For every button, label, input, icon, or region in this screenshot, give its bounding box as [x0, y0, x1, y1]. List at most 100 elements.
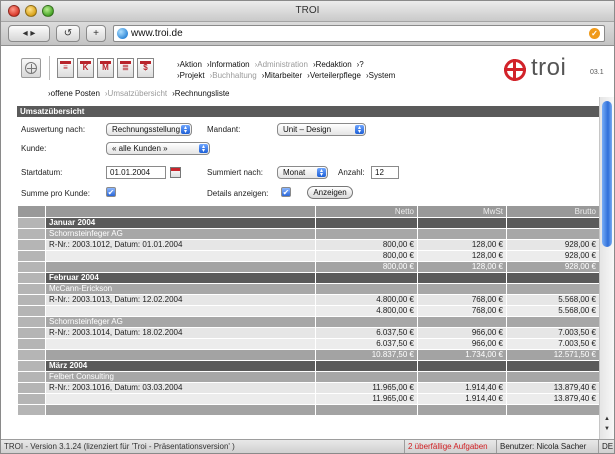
troi-logo: troi 03.1: [504, 54, 606, 84]
language-indicator[interactable]: DE: [598, 440, 614, 453]
indent-cell: [17, 360, 46, 372]
summe-pro-kunde-checkbox[interactable]: ✔: [106, 187, 116, 197]
indent-cell: [17, 283, 46, 295]
netto-cell: 4.800,00 €: [315, 305, 418, 317]
startdatum-input[interactable]: 01.01.2004: [106, 166, 166, 179]
brutto-cell: [506, 404, 599, 416]
details-anzeigen-checkbox[interactable]: ✔: [281, 187, 291, 197]
module-mail-icon[interactable]: M: [97, 58, 114, 78]
auswertung-label: Auswertung nach:: [21, 125, 86, 134]
netto-cell: [315, 316, 418, 328]
browser-toolbar: ◂ ▸ ↺ + www.troi.de ✓: [1, 22, 614, 46]
main-menu-row-2: ›Projekt ›Buchhaltung ›Mitarbeiter ›Verteil…: [177, 70, 400, 81]
panel-title: Umsatzübersicht: [17, 106, 599, 117]
anzeigen-button[interactable]: Anzeigen: [307, 186, 353, 199]
module-finance-icon[interactable]: $: [137, 58, 154, 78]
brutto-cell: 928,00 €: [506, 239, 599, 251]
title-bar: TROI: [1, 1, 614, 22]
netto-cell: 800,00 €: [315, 250, 418, 262]
anzahl-input[interactable]: 12: [371, 166, 399, 179]
row-label: R-Nr.: 2003.1012, Datum: 01.01.2004: [45, 239, 316, 251]
menu-item-information[interactable]: ›Information: [207, 60, 250, 69]
indent-cell: [17, 239, 46, 251]
netto-cell: 11.965,00 €: [315, 382, 418, 394]
column-header-brutto: Brutto: [506, 205, 599, 218]
netto-cell: 6.037,50 €: [315, 327, 418, 339]
menu-item-redaktion[interactable]: ›Redaktion: [313, 60, 352, 69]
module-documents-icon[interactable]: ≣: [117, 58, 134, 78]
table-row-inv[interactable]: R-Nr.: 2003.1016, Datum: 03.03.2004 11.96…: [17, 382, 599, 394]
table-row-cust: Felbert Consulting: [17, 371, 599, 383]
add-bookmark-button[interactable]: +: [86, 25, 106, 42]
table-row-inv[interactable]: R-Nr.: 2003.1013, Datum: 12.02.2004 4.800…: [17, 294, 599, 306]
summiert-value: Monat: [283, 168, 306, 177]
url-text[interactable]: www.troi.de: [131, 28, 183, 39]
home-button[interactable]: [21, 58, 41, 78]
overdue-tasks-link[interactable]: 2 überfällige Aufgaben: [404, 440, 491, 453]
rss-icon[interactable]: ✓: [589, 28, 600, 39]
address-bar[interactable]: www.troi.de ✓: [113, 25, 605, 42]
brutto-cell: 7.003,50 €: [506, 338, 599, 350]
kunde-value: « alle Kunden »: [112, 144, 168, 153]
mandant-value: Unit – Design: [283, 125, 332, 134]
scrollbar-thumb[interactable]: [602, 101, 612, 247]
back-forward-button[interactable]: ◂ ▸: [8, 25, 50, 42]
scroll-up-arrow-icon[interactable]: ▲: [602, 415, 612, 424]
brutto-cell: [506, 228, 599, 240]
subnav-offene-posten[interactable]: ›offene Posten: [48, 89, 100, 98]
kunde-select[interactable]: « alle Kunden » ▴ ▾: [106, 142, 210, 155]
table-row-sub: 800,00 €128,00 €928,00 €: [17, 250, 599, 262]
startdatum-label: Startdatum:: [21, 168, 63, 177]
logo-text: troi: [531, 54, 567, 81]
table-row-inv[interactable]: R-Nr.: 2003.1012, Datum: 01.01.2004 800,0…: [17, 239, 599, 251]
netto-cell: 4.800,00 €: [315, 294, 418, 306]
mandant-select[interactable]: Unit – Design ▴ ▾: [277, 123, 366, 136]
summiert-select[interactable]: Monat ▴ ▾: [277, 166, 328, 179]
row-label: [45, 305, 316, 317]
row-label: R-Nr.: 2003.1016, Datum: 03.03.2004: [45, 382, 316, 394]
mwst-cell: 966,00 €: [417, 338, 507, 350]
brutto-cell: [506, 217, 599, 229]
module-list-icon[interactable]: ≡: [57, 58, 74, 78]
menu-item-verteilerpflege[interactable]: ›Verteilerpflege: [307, 71, 361, 80]
menu-item-system[interactable]: ›System: [366, 71, 395, 80]
scroll-down-arrow-icon[interactable]: ▼: [602, 425, 612, 434]
table-row-month: März 2004: [17, 360, 599, 372]
menu-item-buchhaltung: ›Buchhaltung: [209, 71, 257, 80]
brutto-cell: [506, 272, 599, 284]
menu-item-aktion[interactable]: ›Aktion: [177, 60, 202, 69]
row-label: [45, 393, 316, 405]
vertical-scrollbar[interactable]: ▲ ▼: [599, 97, 614, 439]
auswertung-select[interactable]: Rechnungsstellung ▴ ▾: [106, 123, 192, 136]
menu-item-mitarbeiter[interactable]: ›Mitarbeiter: [262, 71, 302, 80]
row-label: Schornsteinfeger AG: [45, 316, 316, 328]
table-row-inv[interactable]: R-Nr.: 2003.1014, Datum: 18.02.2004 6.037…: [17, 327, 599, 339]
table-header-row: Netto MwSt Brutto: [17, 205, 599, 218]
anzahl-label: Anzahl:: [338, 168, 365, 177]
subnav-rechnungsliste[interactable]: ›Rechnungsliste: [172, 89, 229, 98]
home-icon: [25, 62, 37, 74]
mwst-cell: 966,00 €: [417, 327, 507, 339]
brutto-cell: 13.879,40 €: [506, 382, 599, 394]
table-row-sub: 4.800,00 €768,00 €5.568,00 €: [17, 305, 599, 317]
menu-item-help[interactable]: ›?: [357, 60, 364, 69]
auswertung-value: Rechnungsstellung: [112, 125, 181, 134]
netto-cell: [315, 228, 418, 240]
details-anzeigen-label: Details anzeigen:: [207, 189, 269, 198]
row-label: Februar 2004: [45, 272, 316, 284]
calendar-icon[interactable]: [170, 167, 181, 178]
table-row-cust: Schornsteinfeger AG: [17, 316, 599, 328]
menu-item-projekt[interactable]: ›Projekt: [177, 71, 205, 80]
column-header-mwst: MwSt: [417, 205, 507, 218]
reload-button[interactable]: ↺: [56, 25, 80, 42]
module-contacts-icon[interactable]: K: [77, 58, 94, 78]
results-table: Netto MwSt Brutto Januar 2004 Schornstein…: [17, 205, 599, 416]
row-label: [45, 349, 316, 361]
mwst-cell: [417, 272, 507, 284]
select-arrows-icon: ▴ ▾: [181, 125, 190, 135]
mwst-cell: [417, 360, 507, 372]
netto-cell: [315, 283, 418, 295]
troi-logo-mark-icon: [504, 59, 526, 81]
indent-cell: [17, 228, 46, 240]
brutto-cell: 928,00 €: [506, 261, 599, 273]
